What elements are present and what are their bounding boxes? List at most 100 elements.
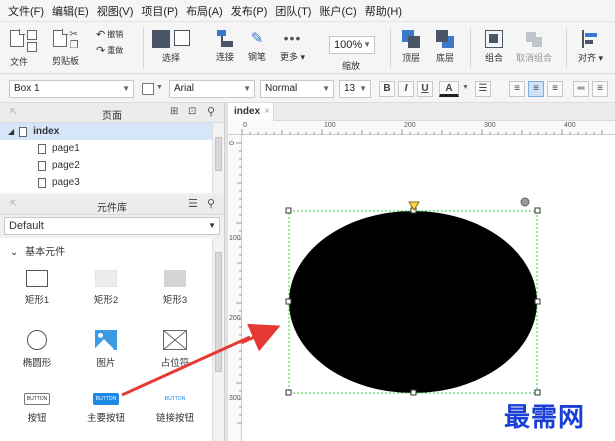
widget-placeholder[interactable]: 占位符 — [145, 330, 205, 369]
ruler-ticks — [241, 129, 603, 135]
widget-ellipse[interactable]: 椭圆形 — [7, 330, 67, 369]
zoom-select[interactable]: 100% ▼ — [329, 36, 375, 54]
group-button[interactable]: 组合 — [485, 30, 503, 64]
close-icon[interactable]: × — [264, 106, 270, 117]
rotate-handle[interactable] — [520, 197, 530, 207]
menu-view[interactable]: 视图(V) — [97, 3, 134, 19]
box-1-shape[interactable] — [289, 211, 537, 393]
menu-publish[interactable]: 发布(P) — [231, 3, 268, 19]
align-left-icon[interactable]: ≡ — [509, 81, 525, 97]
file-button[interactable]: 文件 — [10, 29, 37, 68]
connect-button[interactable]: 连接 — [216, 30, 234, 63]
search-icon[interactable]: ⚲ — [207, 197, 215, 210]
select-intersect-icon — [152, 30, 170, 48]
menu-icon[interactable]: ☰ — [188, 197, 198, 210]
paste-icon — [52, 29, 68, 47]
widget-name-select[interactable]: Box 1 ▼ — [9, 80, 134, 98]
redo-icon: ↷ — [96, 45, 106, 57]
align-top-icon[interactable]: ═ — [573, 81, 589, 97]
page-item-page2[interactable]: page2 — [0, 157, 212, 174]
underline-button[interactable]: U — [417, 81, 433, 97]
widget-button[interactable]: BUTTON 按钮 — [7, 393, 67, 424]
main-toolbar: 文件 ✂ ❐ 剪贴板 ↶ 撤销 ↷ 重做 选择 连接 ✎ 钢笔 ••• 更多 ▾… — [0, 22, 615, 74]
widget-label: 矩形1 — [24, 295, 50, 306]
widget-label: 椭圆形 — [22, 358, 52, 369]
library-select[interactable]: Default ▼ — [4, 217, 220, 235]
redo-button[interactable]: ↷ 重做 — [96, 44, 123, 57]
page-item-page3[interactable]: page3 — [0, 174, 212, 191]
widget-primary-button[interactable]: BUTTON 主要按钮 — [76, 393, 136, 424]
ellipse-icon — [27, 330, 47, 350]
widget-label: 矩形2 — [93, 295, 119, 306]
font-size-select[interactable]: 13 ▼ — [339, 80, 371, 98]
align-center-icon[interactable]: ≡ — [528, 81, 544, 97]
page-icon — [38, 160, 46, 171]
menu-file[interactable]: 文件(F) — [8, 3, 44, 19]
ungroup-button[interactable]: 取消组合 — [516, 30, 552, 64]
font-style-select[interactable]: Normal ▼ — [260, 80, 334, 98]
widget-image[interactable]: 图片 — [76, 330, 136, 369]
tab-index[interactable]: index × — [228, 103, 274, 121]
more-label: 更多 ▾ — [280, 52, 306, 62]
add-page-icon[interactable]: ⊞ — [170, 106, 178, 117]
scroll-thumb[interactable] — [215, 252, 222, 372]
canvas-layer — [242, 197, 541, 396]
font-family-select[interactable]: Arial ▼ — [169, 80, 255, 98]
widget-rect3[interactable]: 矩形3 — [145, 270, 205, 306]
pen-button[interactable]: ✎ 钢笔 — [248, 30, 266, 63]
more-button[interactable]: ••• 更多 ▾ — [280, 30, 305, 63]
placeholder-icon — [163, 330, 187, 350]
toolbar-divider — [390, 28, 391, 68]
send-bottom-icon — [436, 30, 454, 48]
select-button[interactable]: 选择 — [152, 30, 190, 64]
scroll-thumb[interactable] — [215, 137, 222, 171]
align-button[interactable]: 对齐 ▾ — [578, 30, 603, 64]
page-label: index — [33, 126, 60, 137]
library-value: Default — [9, 220, 44, 232]
font-family-value: Arial — [174, 83, 195, 94]
menu-project[interactable]: 项目(P) — [141, 3, 178, 19]
chevron-down-icon: ▼ — [363, 40, 371, 49]
search-icon[interactable]: ⚲ — [207, 105, 215, 118]
copy-icon: ❐ — [69, 40, 79, 51]
menu-account[interactable]: 账户(C) — [319, 3, 356, 19]
undo-button[interactable]: ↶ 撤销 — [96, 28, 123, 41]
format-painter-icon[interactable] — [142, 83, 154, 95]
widget-rect1[interactable]: 矩形1 — [7, 270, 67, 306]
pages-panel-header: ⇱ 页面 ⊞ ⊡ ⚲ — [0, 103, 224, 123]
menu-help[interactable]: 帮助(H) — [365, 3, 402, 19]
expand-icon[interactable]: ◢ — [8, 127, 14, 136]
clipboard-label: 剪贴板 — [52, 56, 80, 66]
widgets-scrollbar[interactable] — [212, 238, 224, 441]
widget-rect2[interactable]: 矩形2 — [76, 270, 136, 306]
italic-button[interactable]: I — [398, 81, 414, 97]
page-icon — [19, 126, 28, 137]
bullet-list-icon[interactable]: ☰ — [475, 81, 491, 97]
menu-layout[interactable]: 布局(A) — [186, 3, 223, 19]
watermark-text: 最需网 — [504, 403, 586, 433]
add-folder-icon[interactable]: ⊡ — [188, 106, 196, 117]
send-bottom-button[interactable]: 底层 — [436, 30, 454, 64]
send-bottom-label: 底层 — [436, 53, 455, 63]
page-tab-bar: index × — [228, 103, 615, 121]
widget-grid: ⌄ 基本元件 矩形1 矩形2 矩形3 椭圆形 图片 占位符 BUTTON 按钮 — [0, 238, 212, 441]
section-header[interactable]: ⌄ 基本元件 — [10, 243, 65, 258]
align-middle-icon[interactable]: ≡ — [592, 81, 608, 97]
bring-top-button[interactable]: 顶层 — [402, 30, 420, 64]
menu-edit[interactable]: 编辑(E) — [52, 3, 89, 19]
page-label: page1 — [52, 143, 80, 154]
align-icon — [581, 30, 600, 48]
design-canvas[interactable]: 最需网 — [242, 135, 615, 441]
page-item-page1[interactable]: page1 — [0, 140, 212, 157]
font-color-button[interactable]: A — [439, 81, 459, 97]
widget-label: 占位符 — [160, 358, 190, 369]
undo-label: 撤销 — [107, 30, 124, 39]
bold-button[interactable]: B — [379, 81, 395, 97]
page-item-index[interactable]: ◢ index — [0, 123, 212, 140]
align-right-icon[interactable]: ≡ — [547, 81, 563, 97]
menu-team[interactable]: 团队(T) — [275, 3, 311, 19]
clipboard-button[interactable]: ✂ ❐ 剪贴板 — [52, 29, 80, 67]
widget-link-button[interactable]: BUTTON 链接按钮 — [145, 393, 205, 424]
pages-scrollbar[interactable] — [212, 123, 224, 193]
connector-icon — [217, 30, 233, 47]
